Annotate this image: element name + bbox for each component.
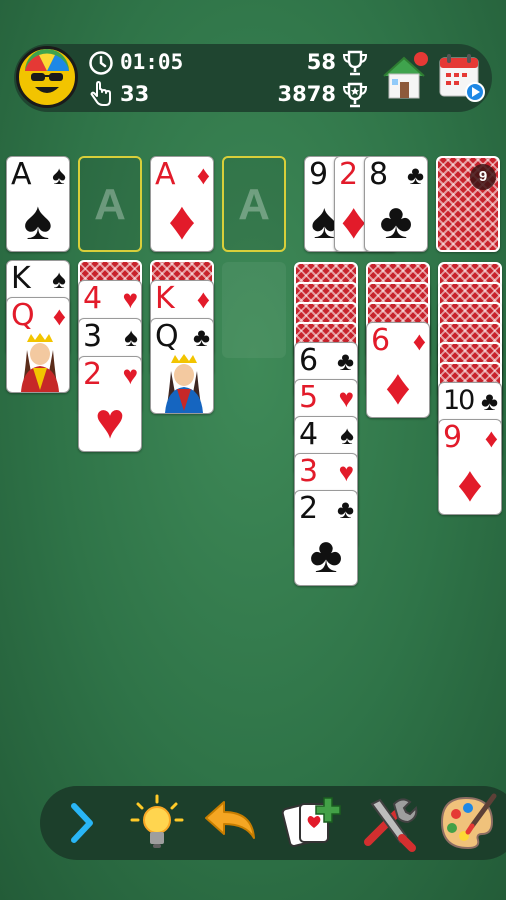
card-rank: 4 (299, 417, 319, 452)
calendar-play-icon[interactable] (436, 50, 488, 104)
tableau-card[interactable]: 9 ♦ ♦ (438, 419, 502, 515)
card-rank: Q (11, 298, 35, 333)
card-rank: A (11, 157, 32, 192)
card-rank: Q (155, 319, 179, 354)
clock-icon (88, 50, 114, 76)
card-rank: 3 (83, 319, 103, 354)
card-rank: 2 (299, 491, 319, 526)
card-pip: ♦ (457, 456, 483, 512)
card-rank: 6 (299, 343, 319, 378)
card-suit: ♠ (124, 322, 138, 352)
card-rank: 8 (369, 157, 389, 192)
card-pip: ♦ (385, 359, 411, 415)
card-rank: 10 (443, 385, 475, 416)
theme-palette-icon[interactable] (436, 792, 498, 854)
score-bottom-value: 3878 (277, 82, 336, 106)
card-rank: 6 (371, 323, 391, 358)
card-suit: ♥ (338, 457, 354, 487)
waste-top-card[interactable]: 8 ♣ ♣ (364, 156, 428, 252)
card-suit: ♠ (52, 160, 66, 190)
undo-arrow-icon[interactable] (200, 792, 262, 854)
card-suit: ♠ (52, 264, 66, 294)
card-pip: ♣ (379, 193, 413, 249)
foundation-1-card[interactable]: A ♠ ♠ (6, 156, 70, 252)
moves-value: 33 (120, 82, 150, 106)
card-rank: 9 (443, 420, 463, 455)
card-suit: ♥ (122, 284, 138, 314)
tableau-card[interactable]: 2 ♣ ♣ (294, 490, 358, 586)
card-suit: ♦ (484, 423, 498, 453)
card-rank: 3 (299, 454, 319, 489)
home-icon[interactable] (378, 50, 430, 104)
card-suit: ♣ (192, 322, 210, 352)
timer-value: 01:05 (120, 50, 184, 74)
tableau-card[interactable]: 2 ♥ ♥ (78, 356, 142, 452)
card-suit: ♦ (196, 160, 210, 190)
stock-count-badge: 9 (470, 164, 496, 190)
tap-hand-icon (88, 80, 114, 108)
settings-tools-icon[interactable] (358, 792, 420, 854)
queen-face-art (21, 333, 59, 392)
card-suit: ♥ (122, 360, 138, 390)
foundation-4-slot[interactable]: A (222, 156, 286, 252)
new-game-cards-icon[interactable] (280, 792, 342, 854)
card-rank: 2 (339, 157, 359, 192)
tableau-card[interactable]: Q ♣ (150, 318, 214, 414)
card-suit: ♣ (406, 160, 424, 190)
card-rank: 2 (83, 357, 103, 392)
card-rank: A (155, 157, 176, 192)
card-suit: ♦ (412, 326, 426, 356)
lightbulb-icon[interactable] (126, 792, 188, 854)
foundation-3-card[interactable]: A ♦ ♦ (150, 156, 214, 252)
card-suit: ♣ (336, 346, 354, 376)
card-suit: ♥ (338, 383, 354, 413)
card-rank: 5 (299, 380, 319, 415)
card-rank: 4 (83, 281, 103, 316)
chevron-right-icon[interactable] (52, 792, 114, 854)
foundation-placeholder: A (94, 180, 126, 229)
card-rank: 9 (309, 157, 329, 192)
card-suit: ♣ (336, 494, 354, 524)
card-suit: ♠ (340, 420, 354, 450)
trophy-icon (340, 48, 370, 78)
card-suit: ♣ (480, 386, 498, 416)
card-rank: K (155, 281, 175, 316)
tableau-card[interactable]: 6 ♦ ♦ (366, 322, 430, 418)
queen-face-art (165, 354, 203, 413)
card-pip: ♥ (95, 393, 125, 449)
card-pip: ♣ (309, 527, 343, 583)
foundation-2-slot[interactable]: A (78, 156, 142, 252)
card-suit: ♦ (52, 301, 66, 331)
foundation-placeholder: A (238, 180, 270, 229)
card-pip: ♠ (23, 191, 53, 251)
tableau-card[interactable]: Q ♦ (6, 297, 70, 393)
card-suit: ♦ (196, 284, 210, 314)
trophy-star-icon (340, 80, 370, 110)
card-pip: ♦ (168, 191, 196, 251)
smiley-avatar-icon[interactable] (16, 46, 78, 108)
tableau-empty-slot[interactable] (222, 262, 286, 358)
card-rank: K (11, 261, 31, 296)
score-top-value: 58 (306, 50, 336, 74)
